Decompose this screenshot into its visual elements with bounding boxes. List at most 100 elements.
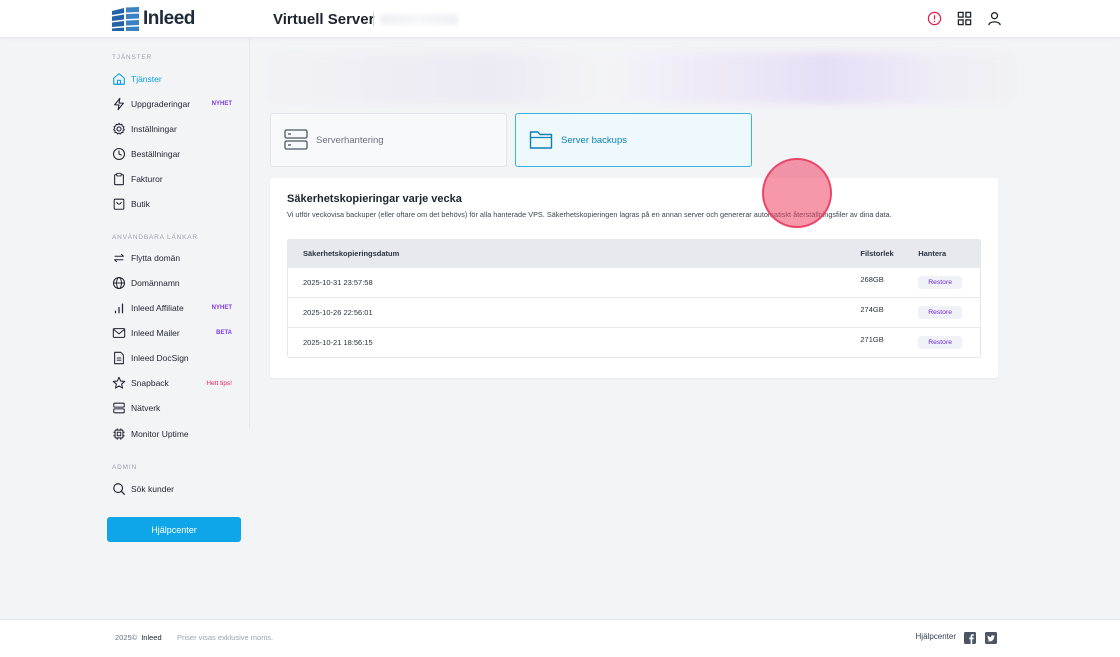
backups-table: Säkerhetskopieringsdatum Filstorlek Hant… <box>287 239 981 358</box>
sidebar-item-label: Domännamn <box>131 278 180 288</box>
sidebar-item-label: Snapback <box>131 378 169 388</box>
sidebar-item-fakturor[interactable]: Fakturor <box>112 170 232 188</box>
backup-date: 2025-10-26 22:56:01 <box>303 308 373 317</box>
sidebar-item-butik[interactable]: Butik <box>112 195 232 213</box>
brand-logo[interactable]: Inleed <box>112 7 195 31</box>
search-icon <box>113 483 126 496</box>
help-center-button[interactable]: Hjälpcenter <box>107 517 241 542</box>
mail-icon <box>112 328 126 338</box>
twitter-icon[interactable] <box>985 632 997 644</box>
sidebar: TJÄNSTER Tjänster Uppgraderingar NYHET I… <box>104 38 250 440</box>
sidebar-item-uppgraderingar[interactable]: Uppgraderingar NYHET <box>112 95 232 113</box>
sidebar-item-flytta-doman[interactable]: Flytta domän <box>112 249 232 267</box>
shopping-bag-icon <box>113 198 125 210</box>
restore-button[interactable]: Restore <box>918 336 962 349</box>
brand-name: Inleed <box>143 8 195 29</box>
sidebar-item-label: Tjänster <box>131 74 162 84</box>
sidebar-item-snapback[interactable]: Snapback Hett tips! <box>112 374 232 392</box>
table-row: 2025-10-21 18:56:15 271GB Restore <box>288 327 980 357</box>
sidebar-item-label: Uppgraderingar <box>131 99 191 109</box>
table-header: Säkerhetskopieringsdatum Filstorlek Hant… <box>288 240 980 267</box>
backups-description: Vi utför veckovisa backuper (eller oftar… <box>287 210 892 219</box>
user-icon[interactable] <box>987 11 1002 26</box>
social-links <box>964 632 997 644</box>
beta-badge: BETA <box>216 330 232 336</box>
sidebar-item-label: Inställningar <box>131 124 177 134</box>
backups-title: Säkerhetskopieringar varje vecka <box>287 193 462 205</box>
footer: 2025© Inleed Priser visas exklusive moms.… <box>0 619 1120 657</box>
star-icon <box>112 376 126 389</box>
sidebar-item-label: Flytta domän <box>131 253 181 263</box>
sidebar-section-admin: ADMIN <box>112 464 137 471</box>
sidebar-item-sok-kunder[interactable]: Sök kunder <box>112 480 232 498</box>
restore-button[interactable]: Restore <box>918 306 962 319</box>
sidebar-item-monitor-uptime[interactable]: Monitor Uptime <box>112 425 232 443</box>
column-manage: Hantera <box>918 249 947 258</box>
sidebar-item-label: Inleed Mailer <box>131 328 180 338</box>
sidebar-item-installningar[interactable]: Inställningar <box>112 120 232 138</box>
sidebar-section-services: TJÄNSTER <box>112 54 152 61</box>
sidebar-item-label: Inleed DocSign <box>131 353 189 363</box>
sidebar-item-bestallningar[interactable]: Beställningar <box>112 145 232 163</box>
sidebar-item-affiliate[interactable]: Inleed Affiliate NYHET <box>112 299 232 317</box>
server-icon <box>284 129 308 150</box>
restore-button[interactable]: Restore <box>918 276 962 289</box>
blurred-banner <box>266 52 1014 104</box>
sidebar-item-tjanster[interactable]: Tjänster <box>112 70 232 88</box>
new-badge: NYHET <box>211 101 232 107</box>
new-badge: NYHET <box>211 305 232 311</box>
table-row: 2025-10-26 22:56:01 274GB Restore <box>288 297 980 327</box>
sidebar-item-label: Fakturor <box>131 174 163 184</box>
sidebar-item-natverk[interactable]: Nätverk <box>112 399 232 417</box>
cursor-highlight <box>762 158 832 228</box>
backup-date: 2025-10-21 18:56:15 <box>303 338 373 347</box>
copyright-year: 2025© <box>115 633 138 642</box>
bar-chart-icon <box>114 303 124 314</box>
folder-icon <box>529 131 553 149</box>
footer-brand[interactable]: Inleed <box>141 633 161 642</box>
title-divider <box>373 12 374 26</box>
top-bar: Inleed Virtuell Server <box>0 0 1120 38</box>
column-date: Säkerhetskopieringsdatum <box>303 249 400 258</box>
sidebar-item-mailer[interactable]: Inleed Mailer BETA <box>112 324 232 342</box>
home-icon <box>113 73 125 85</box>
server-icon <box>113 402 125 414</box>
backup-size: 268GB <box>860 275 884 284</box>
backups-card: Säkerhetskopieringar varje vecka Vi utfö… <box>270 178 998 378</box>
document-icon <box>114 351 124 365</box>
sidebar-item-label: Butik <box>131 199 150 209</box>
globe-icon <box>112 276 126 290</box>
grid-icon[interactable] <box>957 11 972 26</box>
backup-size: 271GB <box>860 335 884 344</box>
top-actions <box>927 11 1002 26</box>
swap-icon <box>114 253 124 263</box>
hot-tip-badge: Hett tips! <box>206 379 232 387</box>
sidebar-item-label: Sök kunder <box>131 484 174 494</box>
page-title: Virtuell Server <box>273 11 375 28</box>
sidebar-item-label: Nätverk <box>131 403 161 413</box>
info-icon[interactable] <box>927 11 942 26</box>
tab-serverhantering[interactable]: Serverhantering <box>270 113 507 167</box>
chip-icon <box>113 428 125 440</box>
sidebar-item-label: Inleed Affiliate <box>131 303 184 313</box>
blurred-server-name <box>380 14 458 25</box>
tab-server-backups[interactable]: Server backups <box>515 113 752 167</box>
sidebar-item-domannamn[interactable]: Domännamn <box>112 274 232 292</box>
lightning-icon <box>114 97 124 111</box>
tab-label: Serverhantering <box>316 134 384 146</box>
table-row: 2025-10-31 23:57:58 268GB Restore <box>288 267 980 297</box>
footer-help-link[interactable]: Hjälpcenter <box>916 632 956 641</box>
backup-date: 2025-10-31 23:57:58 <box>303 278 373 287</box>
facebook-icon[interactable] <box>964 632 976 644</box>
sidebar-item-label: Beställningar <box>131 149 181 159</box>
sidebar-section-links: ANVÄNDBARA LÄNKAR <box>112 234 198 241</box>
backup-size: 274GB <box>860 305 884 314</box>
sidebar-item-label: Monitor Uptime <box>131 429 189 439</box>
gear-icon <box>113 122 125 135</box>
inleed-logo-icon <box>112 7 139 31</box>
clipboard-icon <box>114 172 124 186</box>
footer-price-note: Priser visas exklusive moms. <box>177 633 274 642</box>
clock-icon <box>112 147 126 161</box>
sidebar-item-docsign[interactable]: Inleed DocSign <box>112 349 232 367</box>
column-size: Filstorlek <box>860 249 894 258</box>
